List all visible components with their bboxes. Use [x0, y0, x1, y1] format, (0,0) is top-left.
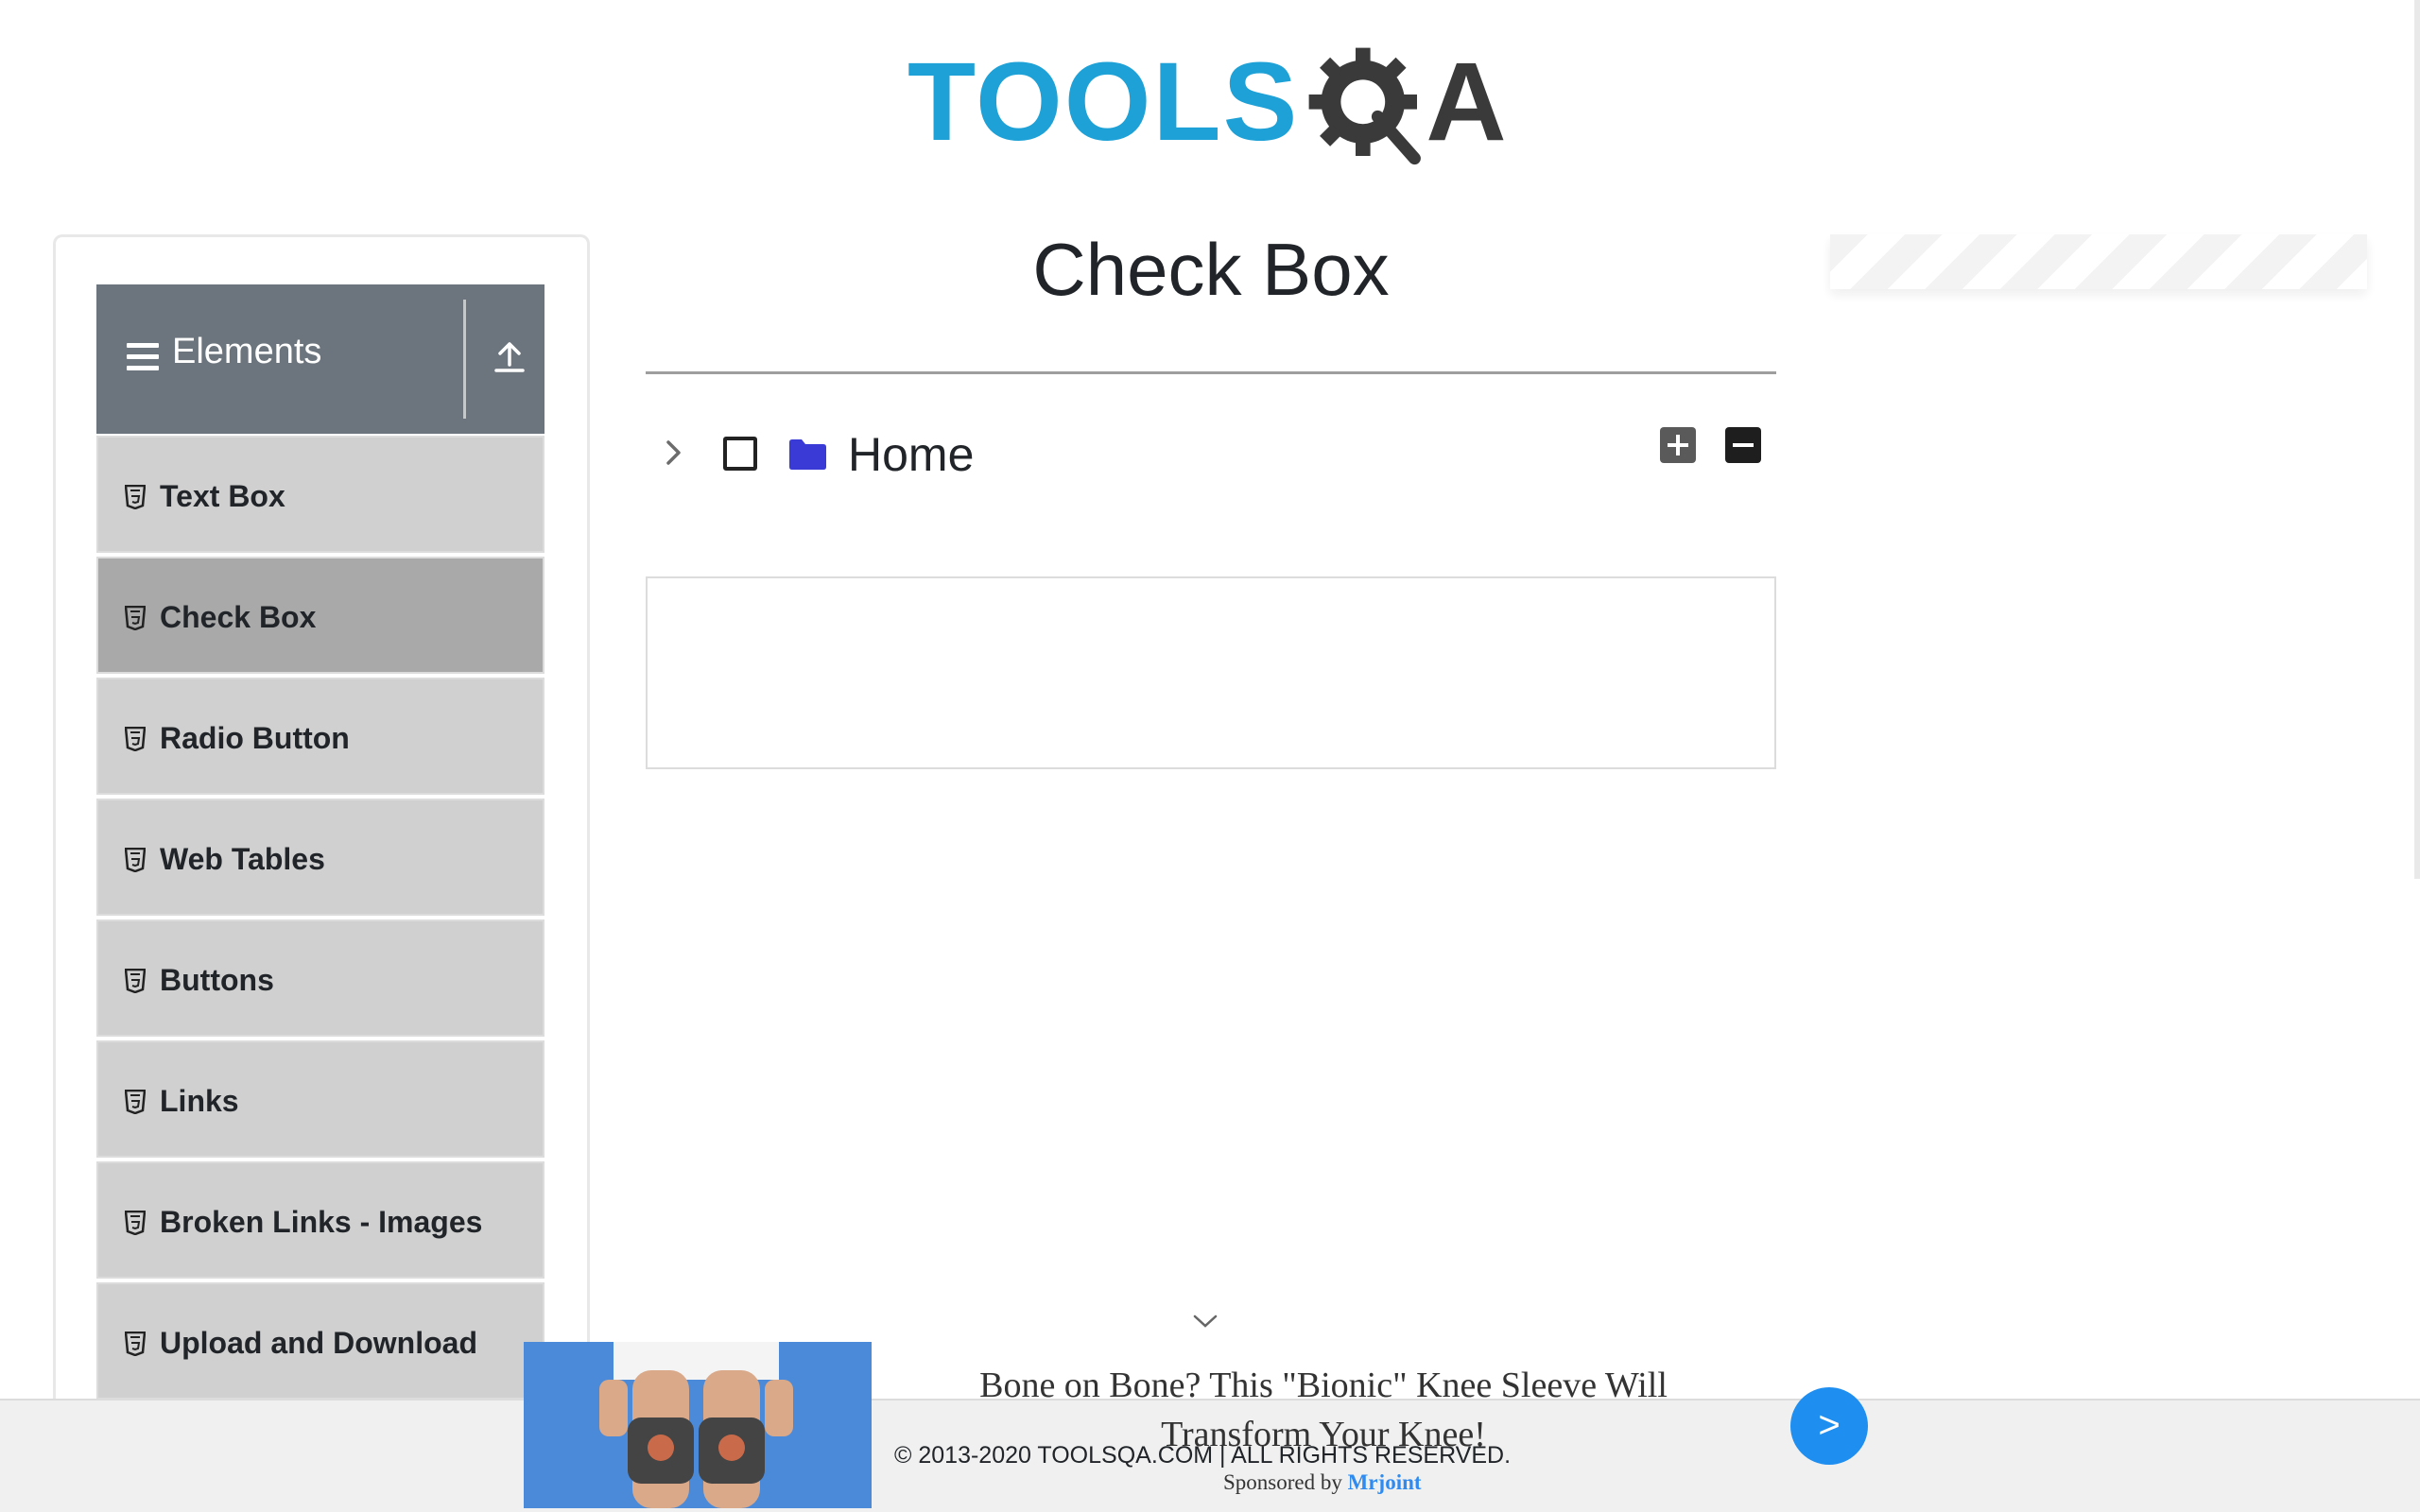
- sidebar-item-links[interactable]: Links: [96, 1040, 544, 1158]
- left-panel: Elements Text Box Check Box Radio Button…: [53, 234, 590, 1512]
- result-panel: [646, 576, 1776, 769]
- ad-next-button[interactable]: >: [1790, 1387, 1868, 1465]
- page-title: Check Box: [1032, 228, 1390, 311]
- ad-headline[interactable]: Bone on Bone? This "Bionic" Knee Sleeve …: [908, 1361, 1739, 1459]
- sidebar-item-web-tables[interactable]: Web Tables: [96, 799, 544, 916]
- gear-q-icon: [1308, 47, 1422, 165]
- tree-node-label[interactable]: Home: [848, 427, 974, 482]
- html5-icon: [125, 727, 146, 751]
- ad-sponsor-line: Sponsored by Mrjoint: [1223, 1470, 1422, 1495]
- sidebar-item-label: Links: [160, 1084, 239, 1118]
- html5-icon: [125, 969, 146, 993]
- sidebar-item-upload-download[interactable]: Upload and Download: [96, 1282, 544, 1400]
- sidebar-item-label: Radio Button: [160, 721, 350, 755]
- sidebar-menu: Text Box Check Box Radio Button Web Tabl…: [96, 436, 544, 1403]
- chevron-down-icon[interactable]: [1191, 1312, 1219, 1331]
- collapse-all-button[interactable]: [1725, 427, 1761, 463]
- hamburger-icon: [127, 343, 159, 371]
- header-divider: [463, 300, 466, 419]
- sidebar-item-label: Web Tables: [160, 842, 325, 876]
- html5-icon: [125, 1090, 146, 1114]
- sponsored-prefix: Sponsored by: [1223, 1470, 1342, 1494]
- html5-icon: [125, 1332, 146, 1356]
- elements-group-header[interactable]: Elements: [96, 284, 544, 434]
- sidebar-item-radio-button[interactable]: Radio Button: [96, 678, 544, 795]
- chevron-right-icon[interactable]: [663, 437, 685, 469]
- tree-node-home: Home: [646, 416, 1776, 491]
- title-divider: [646, 371, 1776, 374]
- html5-icon: [125, 1211, 146, 1235]
- sponsor-link[interactable]: Mrjoint: [1348, 1470, 1422, 1494]
- html5-icon: [125, 485, 146, 509]
- ad-image-knee-sleeve[interactable]: [524, 1342, 872, 1508]
- page-scrollbar[interactable]: [2414, 0, 2420, 879]
- logo-text-a: A: [1426, 40, 1507, 164]
- sidebar-item-label: Buttons: [160, 963, 274, 997]
- sidebar-item-label: Upload and Download: [160, 1326, 477, 1360]
- sidebar-item-label: Text Box: [160, 479, 285, 513]
- html5-icon: [125, 848, 146, 872]
- right-ad-banner[interactable]: [1830, 234, 2367, 289]
- sidebar-item-broken-links[interactable]: Broken Links - Images: [96, 1161, 544, 1279]
- group-title: Elements: [172, 332, 322, 371]
- expand-all-button[interactable]: [1660, 427, 1696, 463]
- toolsqa-logo[interactable]: TOOLS A: [908, 26, 1522, 178]
- sidebar-item-check-box[interactable]: Check Box: [96, 557, 544, 674]
- sidebar-item-label: Check Box: [160, 600, 317, 634]
- collapse-up-icon[interactable]: [493, 338, 527, 376]
- html5-icon: [125, 606, 146, 630]
- sidebar-item-label: Broken Links - Images: [160, 1205, 483, 1239]
- sidebar-item-text-box[interactable]: Text Box: [96, 436, 544, 553]
- header: TOOLS A: [0, 0, 2420, 189]
- sidebar-item-buttons[interactable]: Buttons: [96, 919, 544, 1037]
- knee-photo: [524, 1342, 872, 1508]
- folder-icon: [789, 439, 826, 470]
- logo-text-tools: TOOLS: [908, 40, 1300, 164]
- home-checkbox[interactable]: [723, 437, 757, 471]
